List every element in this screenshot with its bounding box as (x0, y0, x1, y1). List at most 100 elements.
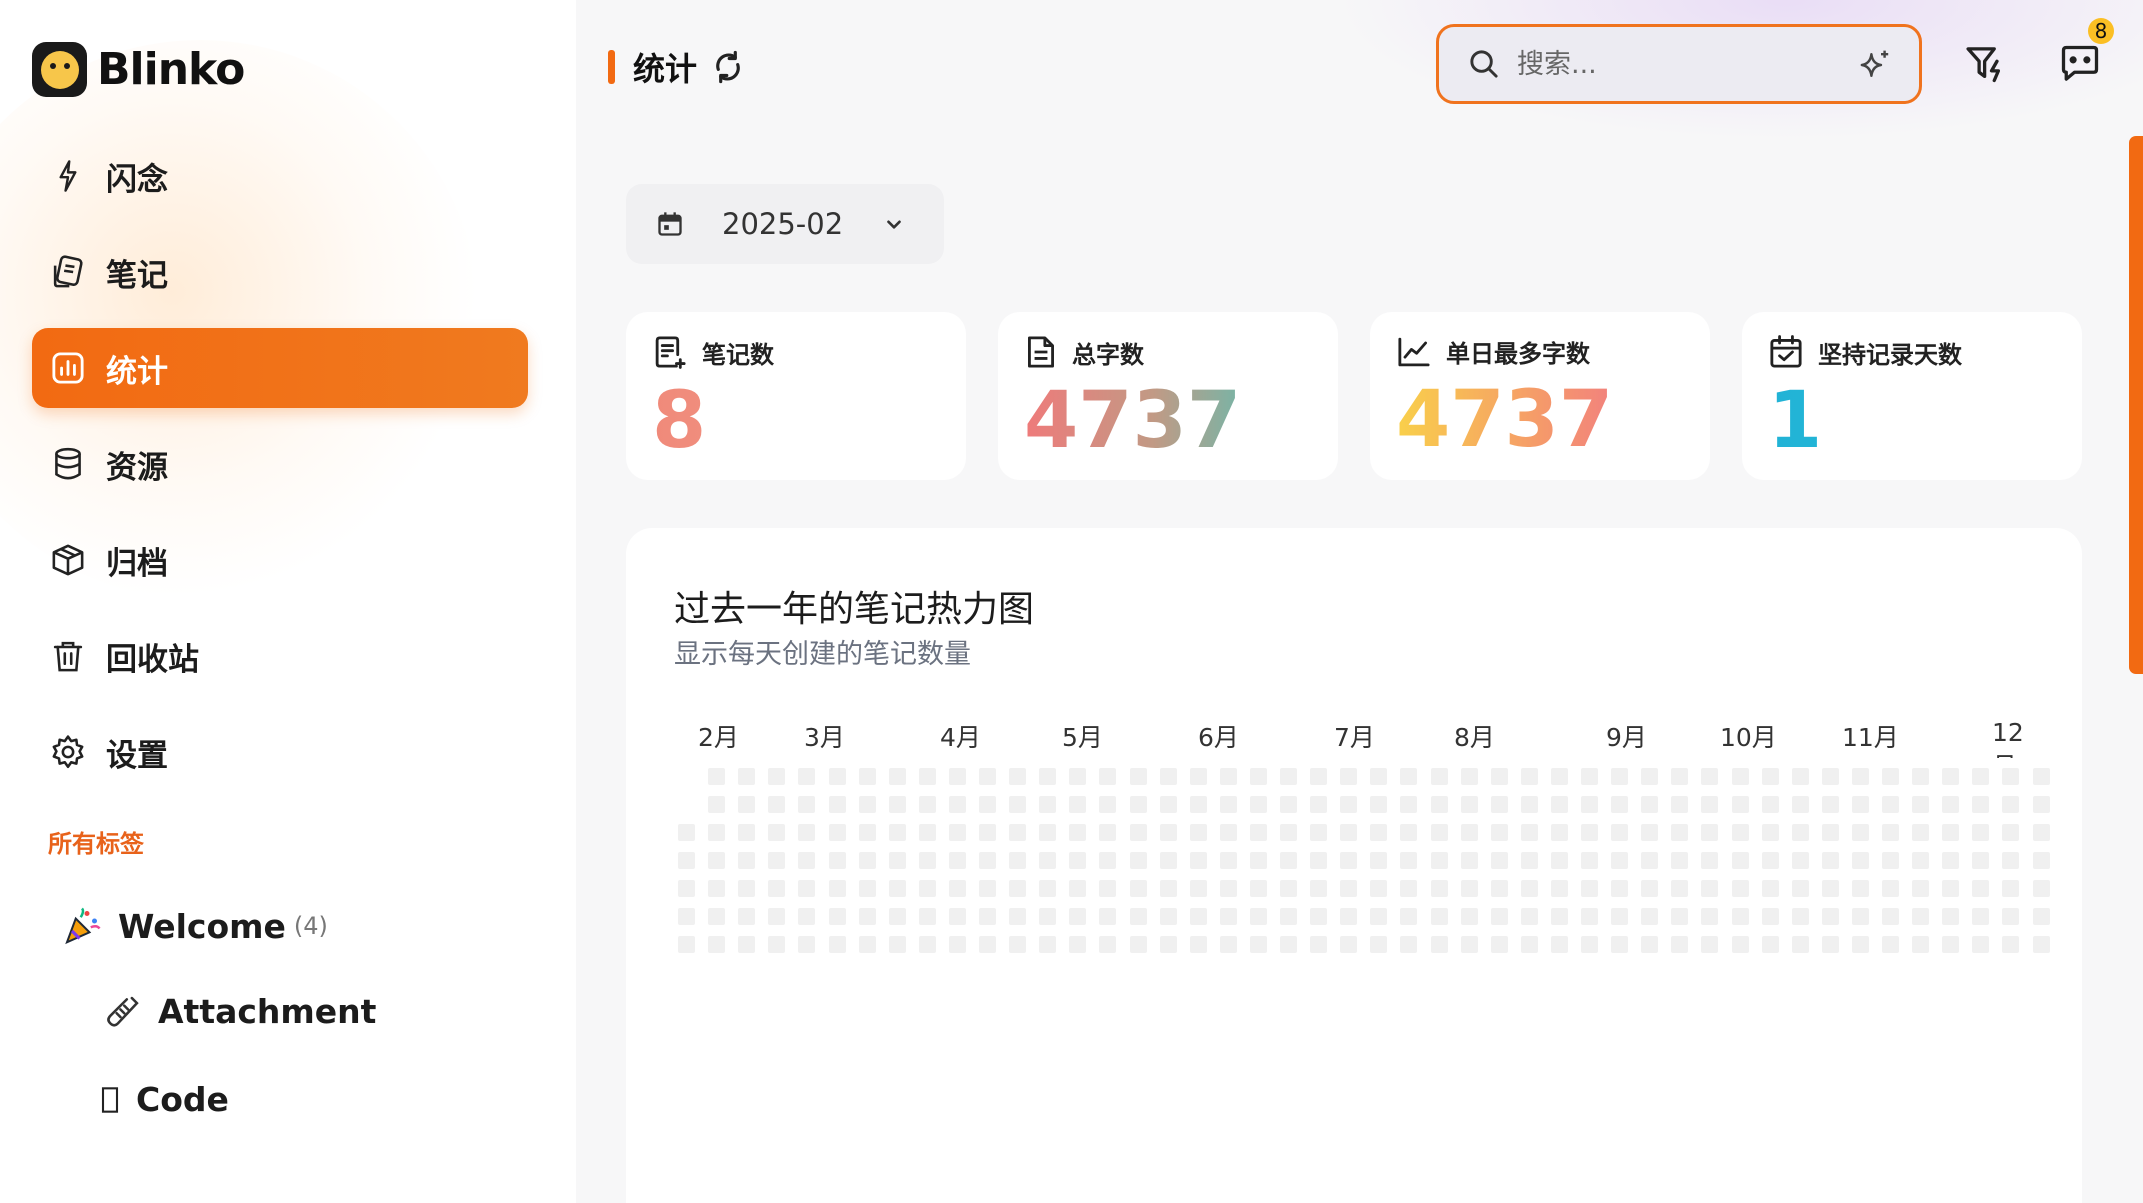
heatmap-cell[interactable] (1491, 824, 1508, 841)
heatmap-cell[interactable] (1280, 908, 1297, 925)
sidebar-item-notes[interactable]: 笔记 (32, 232, 528, 312)
heatmap-cell[interactable] (1762, 908, 1779, 925)
heatmap-cell[interactable] (1069, 908, 1086, 925)
heatmap-cell[interactable] (1732, 908, 1749, 925)
heatmap-cell[interactable] (889, 796, 906, 813)
heatmap-cell[interactable] (1370, 852, 1387, 869)
heatmap-cell[interactable] (1972, 824, 1989, 841)
heatmap-cell[interactable] (1099, 880, 1116, 897)
heatmap-cell[interactable] (798, 824, 815, 841)
heatmap-cell[interactable] (1280, 796, 1297, 813)
heatmap-cell[interactable] (1069, 880, 1086, 897)
heatmap-cell[interactable] (1009, 880, 1026, 897)
heatmap-cell[interactable] (1190, 796, 1207, 813)
ai-sparkle-icon[interactable] (1857, 47, 1893, 87)
heatmap-cell[interactable] (1551, 824, 1568, 841)
heatmap-cell[interactable] (1671, 824, 1688, 841)
heatmap-cell[interactable] (1641, 880, 1658, 897)
app-logo[interactable]: Blinko (32, 42, 245, 97)
heatmap-cell[interactable] (1220, 796, 1237, 813)
heatmap-cell[interactable] (1431, 936, 1448, 953)
heatmap-cell[interactable] (1732, 796, 1749, 813)
heatmap-cell[interactable] (2002, 796, 2019, 813)
heatmap-cell[interactable] (1912, 908, 1929, 925)
heatmap-cell[interactable] (1671, 852, 1688, 869)
heatmap-cell[interactable] (1942, 824, 1959, 841)
heatmap-cell[interactable] (889, 852, 906, 869)
heatmap-cell[interactable] (738, 908, 755, 925)
heatmap-cell[interactable] (1882, 852, 1899, 869)
sidebar-item-archive[interactable]: 归档 (32, 520, 528, 600)
heatmap-cell[interactable] (738, 852, 755, 869)
heatmap-cell[interactable] (859, 824, 876, 841)
heatmap-cell[interactable] (1762, 768, 1779, 785)
heatmap-cell[interactable] (829, 768, 846, 785)
heatmap-cell[interactable] (1130, 852, 1147, 869)
heatmap-cell[interactable] (1521, 768, 1538, 785)
heatmap-cell[interactable] (1310, 796, 1327, 813)
heatmap-cell[interactable] (1099, 796, 1116, 813)
heatmap-cell[interactable] (1250, 796, 1267, 813)
heatmap-cell[interactable] (1912, 824, 1929, 841)
heatmap-cell[interactable] (1220, 824, 1237, 841)
heatmap-cell[interactable] (949, 908, 966, 925)
heatmap-cell[interactable] (1852, 768, 1869, 785)
heatmap-cell[interactable] (678, 936, 695, 953)
heatmap-cell[interactable] (1852, 880, 1869, 897)
heatmap-cell[interactable] (768, 796, 785, 813)
heatmap-cell[interactable] (1491, 908, 1508, 925)
heatmap-cell[interactable] (1160, 768, 1177, 785)
heatmap-cell[interactable] (1461, 768, 1478, 785)
heatmap-cell[interactable] (889, 768, 906, 785)
heatmap-cell[interactable] (1762, 852, 1779, 869)
heatmap-cell[interactable] (768, 880, 785, 897)
heatmap-cell[interactable] (1762, 936, 1779, 953)
heatmap-cell[interactable] (798, 880, 815, 897)
heatmap-cell[interactable] (979, 880, 996, 897)
heatmap-cell[interactable] (1641, 824, 1658, 841)
heatmap-cell[interactable] (1852, 852, 1869, 869)
heatmap-cell[interactable] (2002, 768, 2019, 785)
heatmap-cell[interactable] (1310, 768, 1327, 785)
heatmap-cell[interactable] (1641, 908, 1658, 925)
heatmap-cell[interactable] (1400, 936, 1417, 953)
heatmap-cell[interactable] (738, 768, 755, 785)
heatmap-cell[interactable] (1942, 852, 1959, 869)
heatmap-cell[interactable] (1130, 768, 1147, 785)
heatmap-cell[interactable] (1822, 908, 1839, 925)
heatmap-cell[interactable] (979, 852, 996, 869)
heatmap-cell[interactable] (1491, 880, 1508, 897)
heatmap-cell[interactable] (1491, 936, 1508, 953)
heatmap-cell[interactable] (1009, 852, 1026, 869)
heatmap-cell[interactable] (1822, 796, 1839, 813)
heatmap-cell[interactable] (1611, 768, 1628, 785)
heatmap-cell[interactable] (1340, 852, 1357, 869)
heatmap-cell[interactable] (919, 824, 936, 841)
heatmap-cell[interactable] (1581, 936, 1598, 953)
heatmap-cell[interactable] (1942, 908, 1959, 925)
heatmap-cell[interactable] (919, 768, 936, 785)
heatmap-cell[interactable] (708, 824, 725, 841)
heatmap-cell[interactable] (678, 852, 695, 869)
heatmap-cell[interactable] (768, 768, 785, 785)
heatmap-cell[interactable] (1972, 908, 1989, 925)
heatmap-cell[interactable] (949, 852, 966, 869)
heatmap-cell[interactable] (1310, 908, 1327, 925)
heatmap-cell[interactable] (1160, 852, 1177, 869)
heatmap-cell[interactable] (1581, 796, 1598, 813)
heatmap-cell[interactable] (2002, 852, 2019, 869)
heatmap-cell[interactable] (2033, 852, 2050, 869)
heatmap-cell[interactable] (829, 908, 846, 925)
heatmap-cell[interactable] (949, 880, 966, 897)
heatmap-cell[interactable] (1400, 796, 1417, 813)
heatmap-cell[interactable] (1310, 936, 1327, 953)
heatmap-cell[interactable] (1641, 796, 1658, 813)
heatmap-cell[interactable] (1370, 908, 1387, 925)
heatmap-cell[interactable] (1732, 768, 1749, 785)
heatmap-cell[interactable] (1852, 824, 1869, 841)
heatmap-cell[interactable] (1370, 768, 1387, 785)
heatmap-cell[interactable] (798, 908, 815, 925)
heatmap-cell[interactable] (919, 908, 936, 925)
sidebar-item-flash[interactable]: 闪念 (32, 136, 528, 216)
sidebar-item-stats[interactable]: 统计 (32, 328, 528, 408)
